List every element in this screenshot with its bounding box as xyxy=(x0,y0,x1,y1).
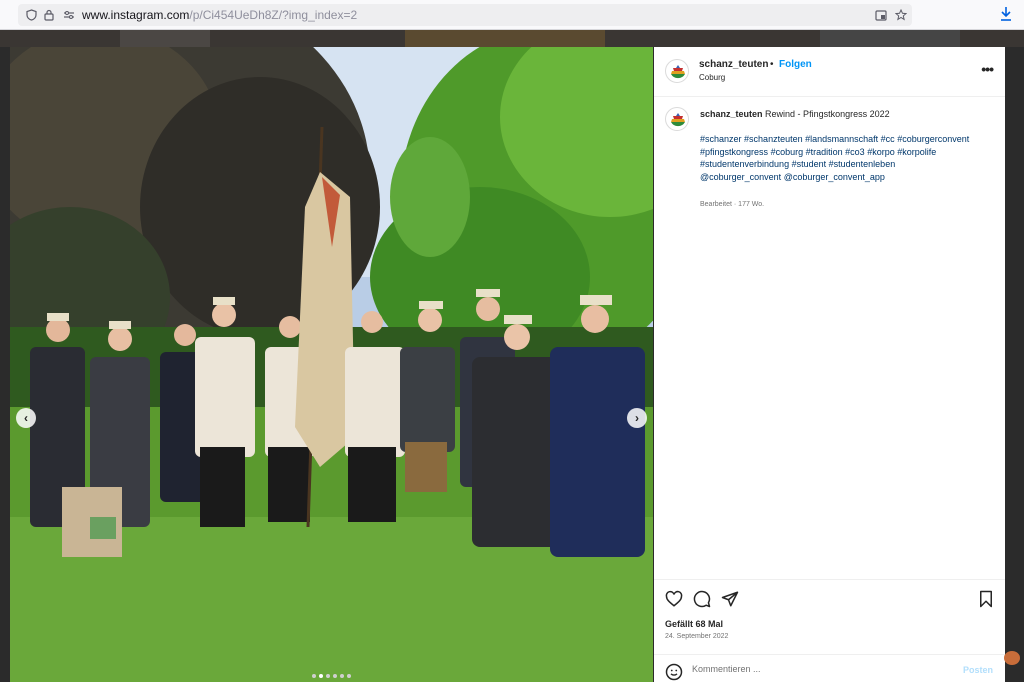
hashtag-link[interactable]: #pfingstkongress xyxy=(700,147,768,157)
hashtag-link[interactable]: #korpolife xyxy=(897,147,936,157)
hashtag-link[interactable]: #schanzteuten xyxy=(744,134,803,144)
post-username[interactable]: schanz_teuten xyxy=(699,59,768,70)
comment-composer: Posten xyxy=(654,654,1005,682)
crest-logo-icon xyxy=(668,110,688,130)
comment-icon[interactable] xyxy=(693,590,713,610)
follow-button[interactable]: Folgen xyxy=(779,59,812,70)
hashtag-link[interactable]: #tradition xyxy=(806,147,843,157)
hashtag-link[interactable]: #co3 xyxy=(845,147,865,157)
bookmark-star-icon[interactable] xyxy=(894,4,908,26)
hashtag-link[interactable]: #studentenverbindung xyxy=(700,159,789,169)
mention-link[interactable]: @coburger_convent xyxy=(700,172,781,182)
heart-icon[interactable] xyxy=(665,590,685,610)
caption-username[interactable]: schanz_teuten xyxy=(700,109,763,119)
hashtag-link[interactable]: #landsmannschaft xyxy=(805,134,878,144)
post-date[interactable]: 24. September 2022 xyxy=(665,633,728,640)
comment-input[interactable] xyxy=(692,664,942,674)
download-icon[interactable] xyxy=(998,6,1014,24)
backdrop-tone xyxy=(820,30,960,47)
hashtag-list: #schanzer #schanzteuten #landsmannschaft… xyxy=(700,133,990,183)
hashtag-link[interactable]: #korpo xyxy=(867,147,895,157)
permissions-icon[interactable] xyxy=(62,4,76,26)
likes-count[interactable]: Gefällt 68 Mal xyxy=(665,619,723,629)
more-options-icon[interactable]: ••• xyxy=(981,61,994,77)
edited-meta: Bearbeitet · 177 Wo. xyxy=(700,201,764,208)
lock-icon[interactable] xyxy=(42,4,56,26)
post-side-panel: schanz_teuten • Folgen Coburg ••• schanz… xyxy=(654,47,1005,682)
hashtag-link[interactable]: #coburg xyxy=(771,147,804,157)
caption-avatar[interactable] xyxy=(665,107,689,131)
mention-link[interactable]: @coburger_convent_app xyxy=(784,172,885,182)
post-location[interactable]: Coburg xyxy=(699,73,725,82)
share-icon[interactable] xyxy=(721,590,741,610)
backdrop-right[interactable] xyxy=(1005,47,1024,682)
browser-toolbar: www.instagram.com/p/Ci454UeDh8Z/?img_ind… xyxy=(0,0,1024,30)
url-text[interactable]: www.instagram.com/p/Ci454UeDh8Z/?img_ind… xyxy=(82,8,357,22)
chevron-left-icon: ‹ xyxy=(24,411,28,425)
backdrop-tone xyxy=(120,30,210,47)
post-comment-button[interactable]: Posten xyxy=(963,665,993,675)
address-bar[interactable]: www.instagram.com/p/Ci454UeDh8Z/?img_ind… xyxy=(18,4,912,26)
backdrop-tone xyxy=(405,30,605,47)
hashtag-link[interactable]: #cc xyxy=(881,134,895,144)
next-image-button[interactable]: › xyxy=(627,408,647,428)
backdrop-element xyxy=(1004,651,1020,665)
separator-dot: • xyxy=(770,59,774,70)
hashtag-link[interactable]: #studentenleben xyxy=(829,159,896,169)
modal-backdrop[interactable] xyxy=(0,30,1024,47)
edited-label: Bearbeitet xyxy=(700,201,732,208)
hashtag-link[interactable]: #coburgerconvent xyxy=(897,134,969,144)
crest-logo-icon xyxy=(668,62,688,82)
emoji-icon[interactable] xyxy=(665,663,683,681)
hashtag-link[interactable]: #schanzer xyxy=(700,134,742,144)
url-path: /p/Ci454UeDh8Z/?img_index=2 xyxy=(189,8,358,22)
avatar[interactable] xyxy=(665,59,689,83)
post-photo[interactable]: ‹ › xyxy=(10,47,653,682)
post-age[interactable]: 177 Wo. xyxy=(738,201,764,208)
prev-image-button[interactable]: ‹ xyxy=(16,408,36,428)
edited-separator: · xyxy=(733,201,737,208)
post-header: schanz_teuten • Folgen Coburg ••• xyxy=(654,47,1005,97)
hashtag-link[interactable]: #student xyxy=(792,159,827,169)
action-bar: Gefällt 68 Mal 24. September 2022 xyxy=(654,579,1005,654)
shield-icon[interactable] xyxy=(24,4,38,26)
caption-text: Rewind - Pfingstkongress 2022 xyxy=(765,109,890,119)
chevron-right-icon: › xyxy=(635,411,639,425)
url-host: www.instagram.com xyxy=(82,8,190,22)
bookmark-icon[interactable] xyxy=(978,590,998,610)
post-caption: schanz_teuten Rewind - Pfingstkongress 2… xyxy=(700,108,990,120)
group-photo-illustration xyxy=(10,47,653,682)
reader-view-icon[interactable] xyxy=(874,4,888,26)
